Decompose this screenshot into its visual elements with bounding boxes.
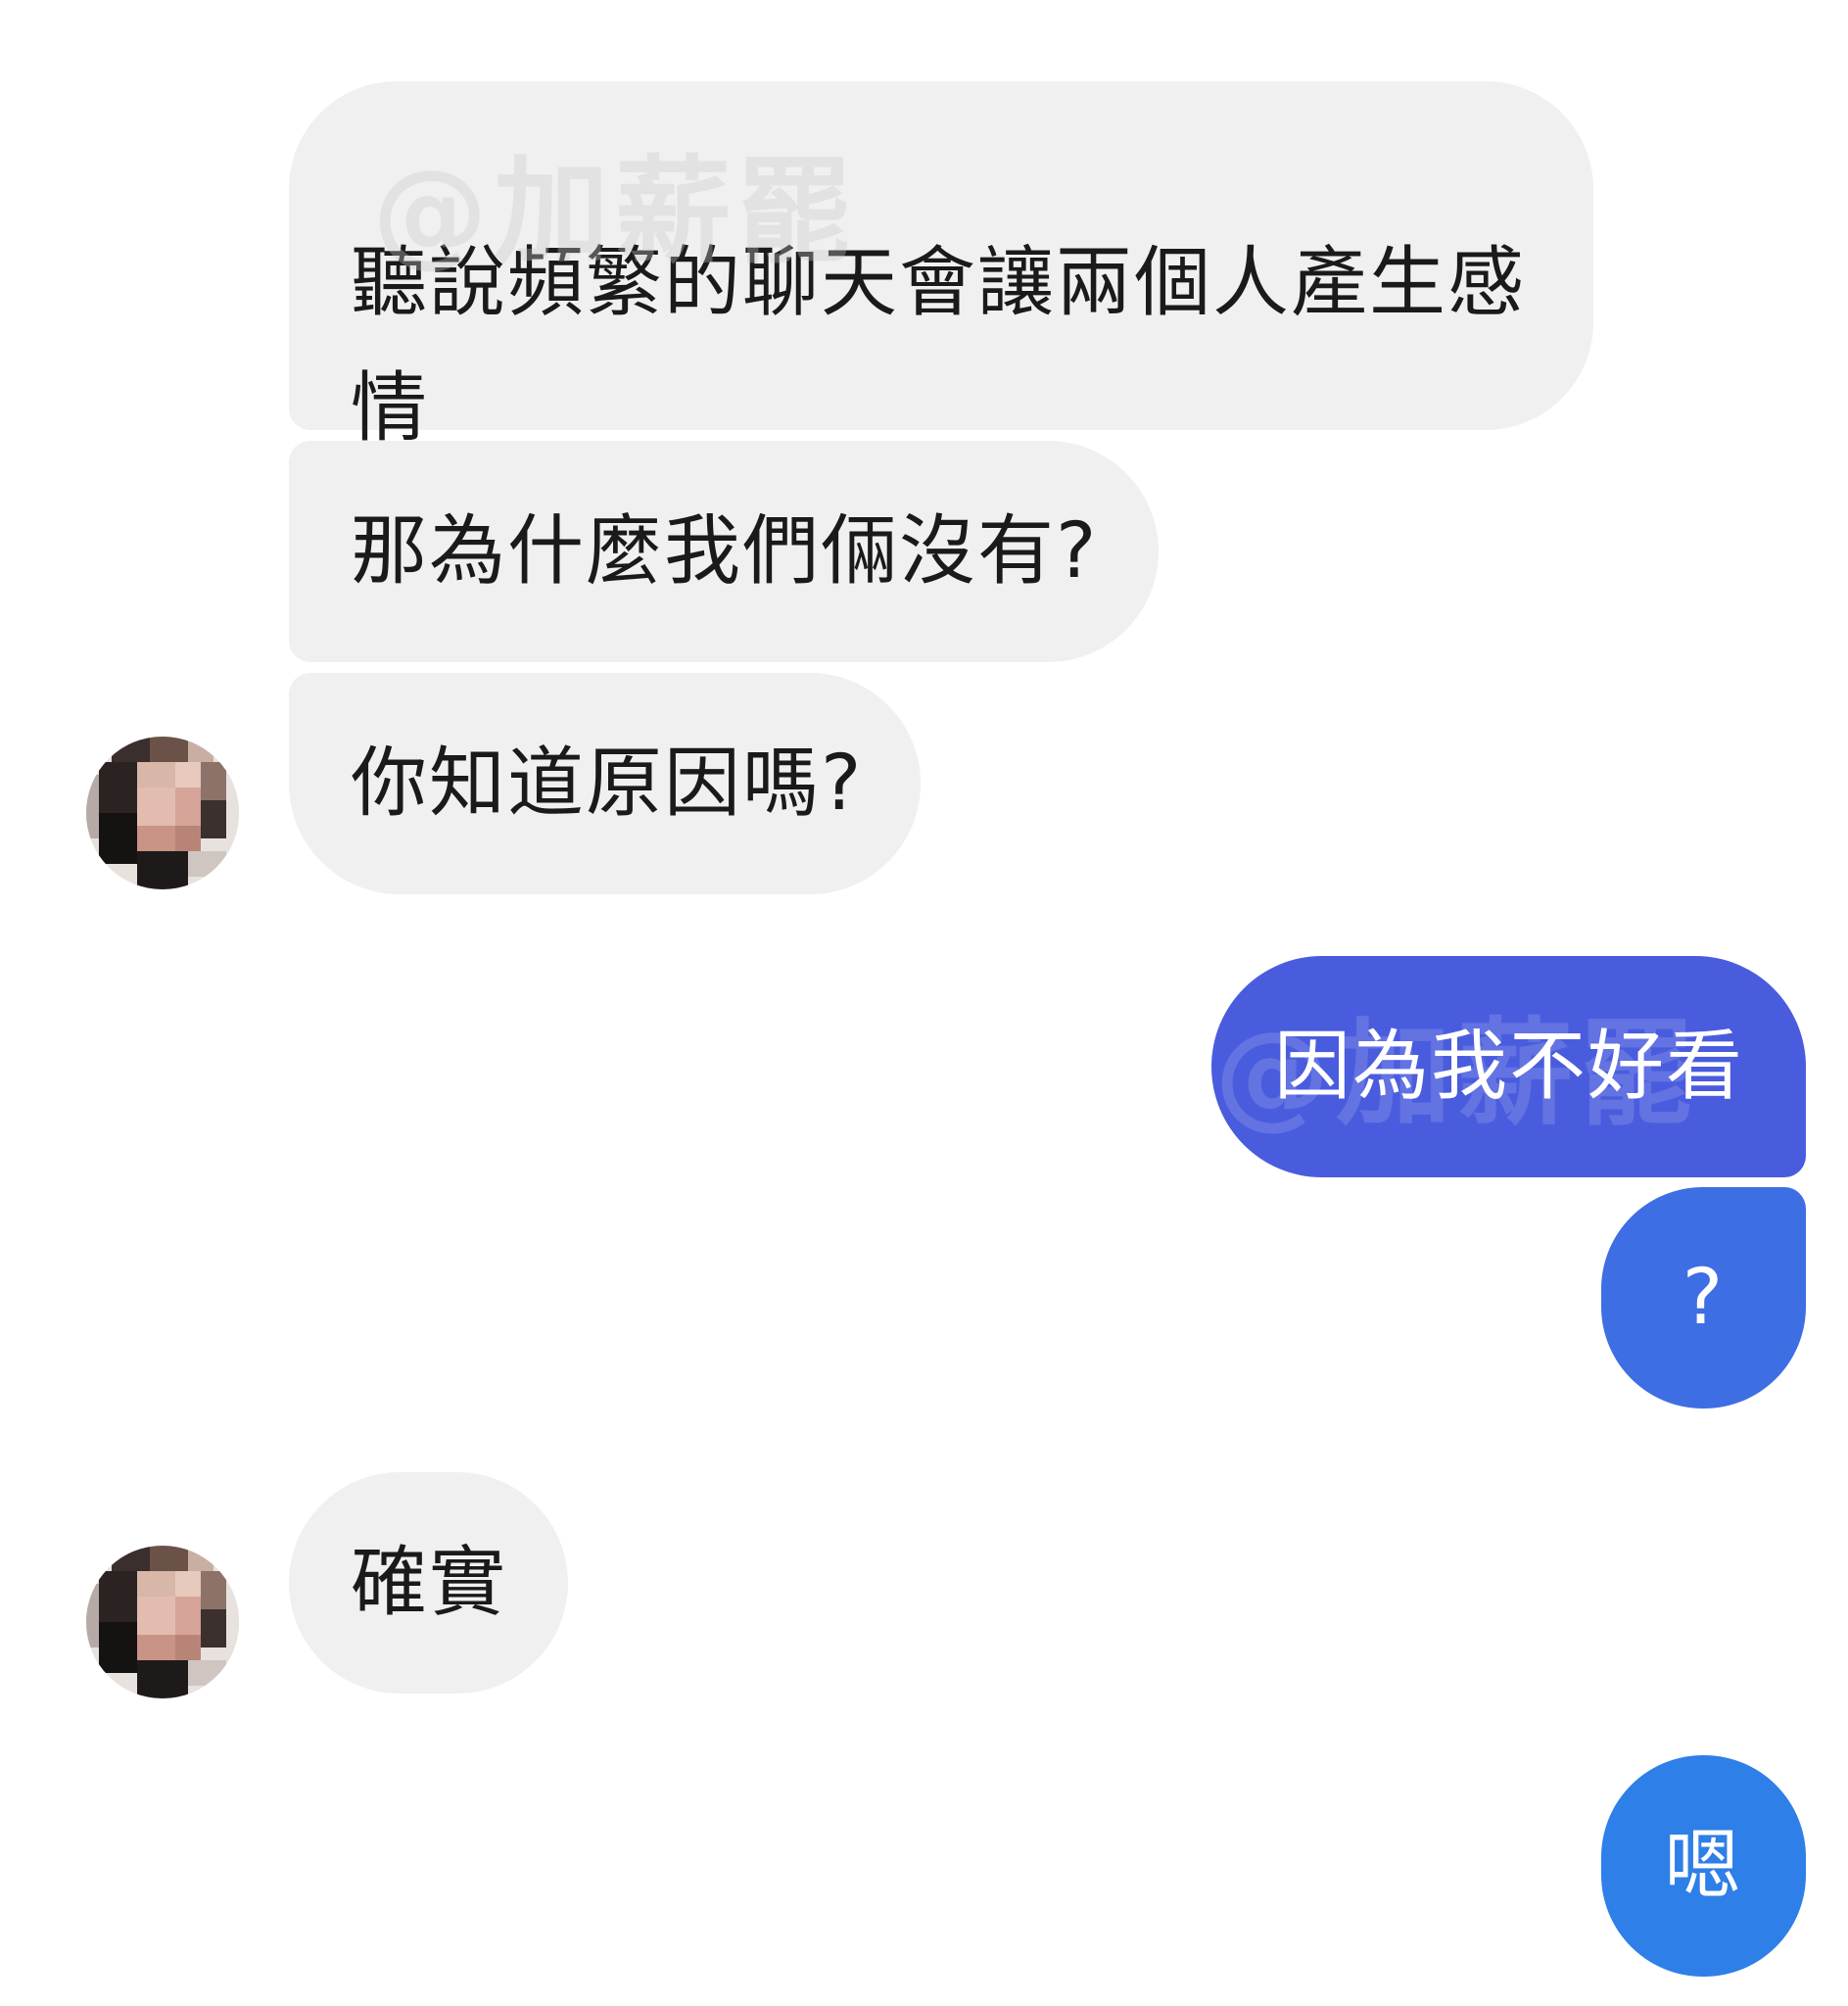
message-text: 確實 xyxy=(351,1539,508,1627)
message-text: ? xyxy=(1682,1254,1726,1342)
outgoing-message-bubble[interactable]: ? xyxy=(1601,1187,1806,1409)
message-text: 因為我不好看 xyxy=(1274,1023,1745,1111)
avatar-image xyxy=(86,1546,239,1698)
avatar-image xyxy=(86,737,239,889)
incoming-message-bubble[interactable]: 確實 xyxy=(289,1472,568,1694)
avatar-icon[interactable] xyxy=(86,737,239,889)
message-text: 那為什麼我們倆沒有? xyxy=(351,507,1099,596)
avatar-icon[interactable] xyxy=(86,1546,239,1698)
message-text: 聽說頻繁的聊天會讓兩個人產生感情 xyxy=(351,239,1527,453)
incoming-message-bubble[interactable]: 聽說頻繁的聊天會讓兩個人產生感情 xyxy=(289,81,1593,453)
message-text: 你知道原因嗎? xyxy=(351,740,864,828)
chat-thread: 聽說頻繁的聊天會讓兩個人產生感情 @加薪罷 那為什麼我們倆沒有? 你知道原因嗎?… xyxy=(0,0,1848,2006)
incoming-message-bubble[interactable]: 你知道原因嗎? xyxy=(289,673,921,894)
outgoing-message-bubble[interactable]: 嗯 xyxy=(1601,1755,1806,1977)
message-text: 嗯 xyxy=(1664,1822,1743,1910)
outgoing-message-bubble[interactable]: 因為我不好看 xyxy=(1211,956,1806,1177)
incoming-message-bubble[interactable]: 那為什麼我們倆沒有? xyxy=(289,441,1159,662)
